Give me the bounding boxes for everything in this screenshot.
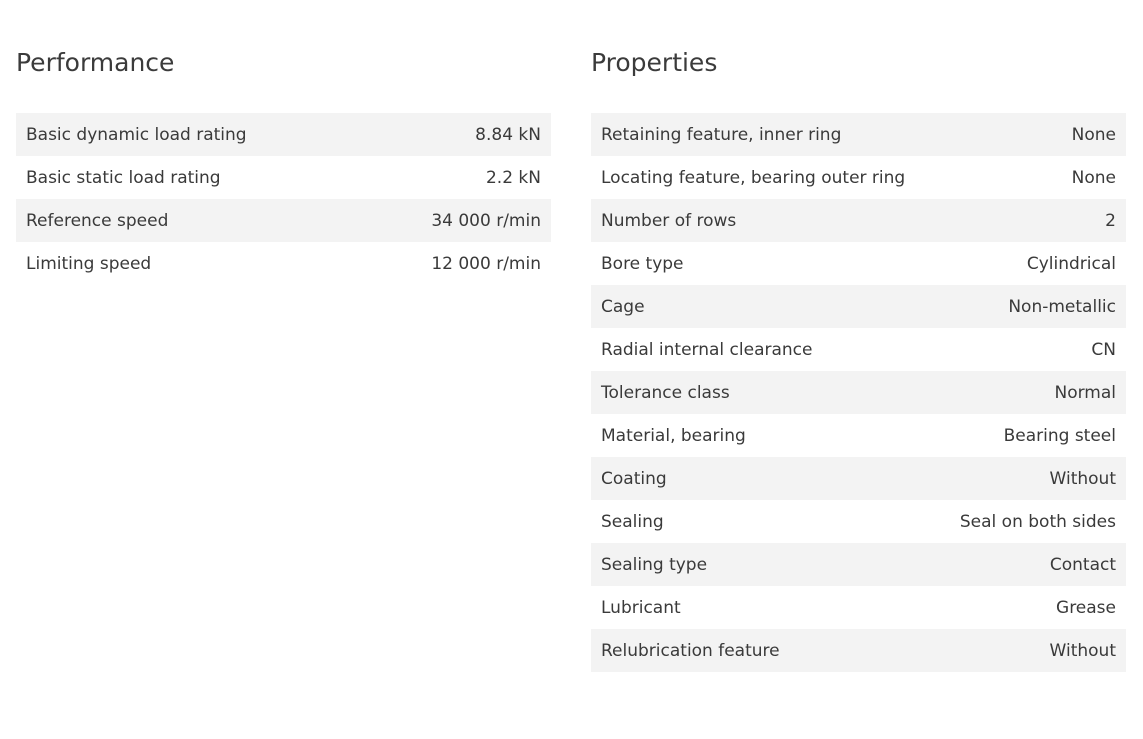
spec-label: Locating feature, bearing outer ring [601, 167, 906, 188]
spec-row-basic-dynamic-load-rating: Basic dynamic load rating 8.84 kN [16, 113, 551, 156]
spec-value: Grease [1056, 597, 1116, 618]
spec-row-limiting-speed: Limiting speed 12 000 r/min [16, 242, 551, 285]
spec-label: Sealing [601, 511, 664, 532]
spec-row-bore-type: Bore type Cylindrical [591, 242, 1126, 285]
spec-label: Relubrication feature [601, 640, 780, 661]
properties-title: Properties [591, 48, 718, 77]
spec-value: Normal [1054, 382, 1116, 403]
properties-spec-list: Retaining feature, inner ring None Locat… [591, 113, 1126, 672]
spec-value: 12 000 r/min [431, 253, 541, 274]
performance-title: Performance [16, 48, 175, 77]
spec-row-tolerance-class: Tolerance class Normal [591, 371, 1126, 414]
spec-label: Bore type [601, 253, 684, 274]
spec-row-locating-feature-outer-ring: Locating feature, bearing outer ring Non… [591, 156, 1126, 199]
spec-label: Tolerance class [601, 382, 730, 403]
spec-row-retaining-feature-inner-ring: Retaining feature, inner ring None [591, 113, 1126, 156]
spec-row-number-of-rows: Number of rows 2 [591, 199, 1126, 242]
spec-label: Material, bearing [601, 425, 746, 446]
spec-value: Without [1049, 468, 1116, 489]
spec-label: Sealing type [601, 554, 708, 575]
spec-row-sealing-type: Sealing type Contact [591, 543, 1126, 586]
spec-label: Retaining feature, inner ring [601, 124, 842, 145]
spec-value: 34 000 r/min [431, 210, 541, 231]
spec-row-cage: Cage Non-metallic [591, 285, 1126, 328]
spec-label: Coating [601, 468, 667, 489]
spec-value: None [1071, 124, 1116, 145]
spec-label: Number of rows [601, 210, 737, 231]
spec-label: Cage [601, 296, 645, 317]
spec-label: Radial internal clearance [601, 339, 813, 360]
spec-value: 2 [1105, 210, 1116, 231]
spec-row-radial-internal-clearance: Radial internal clearance CN [591, 328, 1126, 371]
spec-value: 2.2 kN [485, 167, 541, 188]
spec-row-material-bearing: Material, bearing Bearing steel [591, 414, 1126, 457]
spec-value: Without [1049, 640, 1116, 661]
spec-label: Reference speed [26, 210, 169, 231]
spec-label: Basic dynamic load rating [26, 124, 247, 145]
spec-row-relubrication-feature: Relubrication feature Without [591, 629, 1126, 672]
spec-value: 8.84 kN [475, 124, 541, 145]
spec-value: Cylindrical [1026, 253, 1116, 274]
spec-value: Contact [1049, 554, 1116, 575]
spec-row-lubricant: Lubricant Grease [591, 586, 1126, 629]
spec-value: Bearing steel [1003, 425, 1116, 446]
performance-spec-list: Basic dynamic load rating 8.84 kN Basic … [16, 113, 551, 285]
spec-value: Seal on both sides [959, 511, 1116, 532]
spec-label: Basic static load rating [26, 167, 221, 188]
spec-label: Limiting speed [26, 253, 152, 274]
spec-row-basic-static-load-rating: Basic static load rating 2.2 kN [16, 156, 551, 199]
spec-value: Non-metallic [1008, 296, 1116, 317]
spec-value: CN [1091, 339, 1116, 360]
spec-value: None [1071, 167, 1116, 188]
spec-row-reference-speed: Reference speed 34 000 r/min [16, 199, 551, 242]
spec-row-sealing: Sealing Seal on both sides [591, 500, 1126, 543]
spec-label: Lubricant [601, 597, 681, 618]
spec-row-coating: Coating Without [591, 457, 1126, 500]
